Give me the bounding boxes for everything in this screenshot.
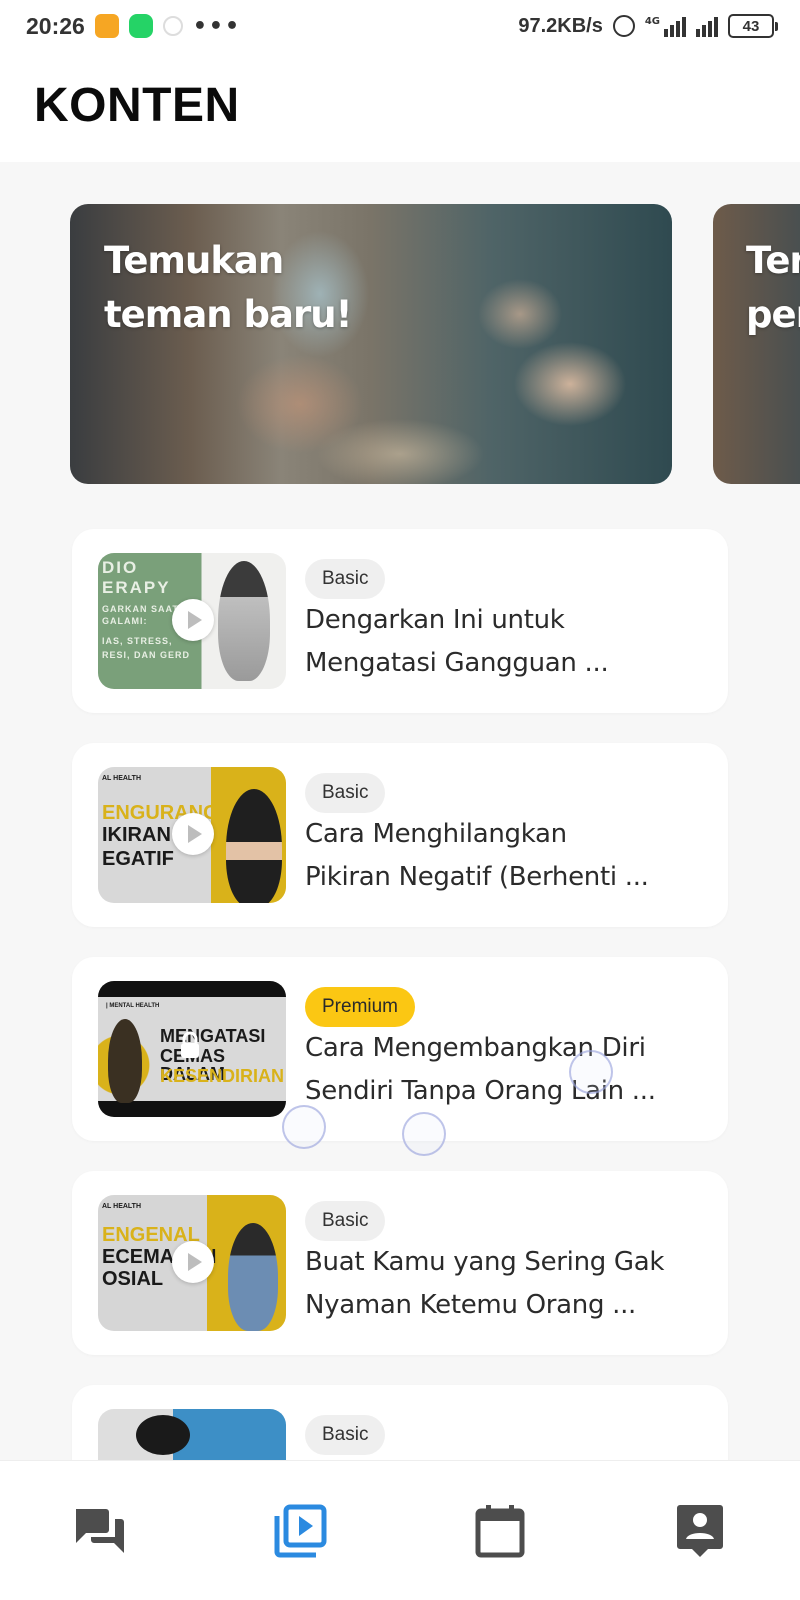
more-notifications-icon: ••• xyxy=(192,13,242,39)
banner-card[interactable]: Ter per xyxy=(713,204,800,484)
whatsapp-icon xyxy=(128,14,153,38)
notes-app-icon xyxy=(94,14,119,38)
touch-indicator xyxy=(402,1112,446,1156)
status-left: 20:26 ••• xyxy=(26,13,241,40)
signal-icon-2 xyxy=(696,15,718,37)
network-speed: 97.2KB/s xyxy=(518,14,603,37)
status-right: 97.2KB/s 4G 43 xyxy=(518,14,778,38)
status-bar: 20:26 ••• 97.2KB/s 4G 43 xyxy=(0,0,800,52)
network-type: 4G xyxy=(644,16,660,27)
person-figure xyxy=(226,789,282,903)
person-figure xyxy=(218,561,270,681)
content-thumbnail: AL HEALTH ENGURANGI IKIRAN EGATIF xyxy=(98,767,286,903)
content-thumbnail: AL HEALTH ENGENAL ECEMASAN OSIAL xyxy=(98,1195,286,1331)
touch-indicator xyxy=(282,1105,326,1149)
content-card[interactable]: | MENTAL HEALTH MENGATASI CEMAS DALAM KE… xyxy=(72,957,728,1141)
nav-forum[interactable] xyxy=(60,1491,140,1571)
video-library-icon xyxy=(274,1504,327,1557)
lock-icon xyxy=(178,1031,202,1059)
premium-badge: Premium xyxy=(305,987,416,1027)
banner-title: Ter per xyxy=(746,239,800,336)
content-title: Dengarkan Ini untuk Mengatasi Gangguan .… xyxy=(305,605,609,678)
content-card[interactable]: DIO ERAPY GARKAN SAAT GALAMI: IAS, STRES… xyxy=(72,529,728,713)
banner-title: Temukan teman baru! xyxy=(104,239,352,336)
nav-profile[interactable] xyxy=(660,1491,740,1571)
touch-indicator xyxy=(569,1050,613,1094)
content-title: Cara Mengembangkan Diri Sendiri Tanpa Or… xyxy=(305,1033,656,1106)
content-title: Cara Menghilangkan Pikiran Negatif (Berh… xyxy=(305,819,649,892)
content-thumbnail: | MENTAL HEALTH MENGATASI CEMAS DALAM KE… xyxy=(98,981,286,1117)
google-icon xyxy=(162,16,183,36)
person-figure xyxy=(136,1415,190,1455)
play-icon[interactable] xyxy=(172,1241,214,1283)
content-card[interactable]: AL HEALTH ENGURANGI IKIRAN EGATIF Basic … xyxy=(72,743,728,927)
content-card[interactable]: AL HEALTH ENGENAL ECEMASAN OSIAL Basic B… xyxy=(72,1171,728,1355)
forum-icon xyxy=(76,1508,124,1553)
nav-content[interactable] xyxy=(260,1491,340,1571)
contact-icon xyxy=(677,1504,723,1557)
bottom-nav xyxy=(0,1460,800,1600)
app-header: KONTEN xyxy=(0,52,800,162)
play-icon[interactable] xyxy=(172,813,214,855)
play-icon[interactable] xyxy=(172,599,214,641)
content-thumbnail: DIO ERAPY GARKAN SAAT GALAMI: IAS, STRES… xyxy=(98,553,286,689)
calendar-icon xyxy=(475,1504,525,1557)
status-time: 20:26 xyxy=(26,12,85,39)
level-badge: Basic xyxy=(305,1201,386,1241)
person-figure xyxy=(228,1223,278,1331)
level-badge: Basic xyxy=(305,1415,386,1455)
page-title: KONTEN xyxy=(34,79,240,132)
banner-card[interactable]: Temukan teman baru! xyxy=(70,204,672,484)
signal-icon xyxy=(664,15,686,37)
alarm-icon xyxy=(612,15,635,37)
person-figure xyxy=(108,1019,142,1103)
nav-calendar[interactable] xyxy=(460,1491,540,1571)
content-title: Buat Kamu yang Sering Gak Nyaman Ketemu … xyxy=(305,1247,665,1320)
level-badge: Basic xyxy=(305,773,386,813)
level-badge: Basic xyxy=(305,559,386,599)
battery-icon: 43 xyxy=(728,14,778,38)
